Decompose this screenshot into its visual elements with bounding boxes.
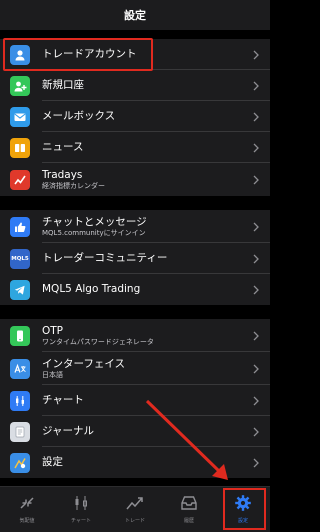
tab-bar: 気配値 チャート トレード 履歴 設定 [0,486,270,532]
chevron-right-icon [253,222,259,231]
add-person-icon [10,75,30,96]
chevron-right-icon [253,396,259,405]
menu-item-sublabel: ワンタイムパスワードジェネレータ [42,337,154,346]
menu-item-label: ジャーナル [42,425,94,437]
menu-item-label: トレードアカウント [42,48,137,60]
translate-icon [10,358,30,379]
tab-settings[interactable]: 設定 [216,487,270,532]
settings-app-icon [10,452,30,473]
chevron-right-icon [253,331,259,340]
menu-item-label: Tradays [42,168,83,181]
menu-item-label: メールボックス [42,110,116,122]
telegram-icon [10,279,30,300]
otp-icon [10,325,30,346]
menu-item-otp[interactable]: OTP ワンタイムパスワードジェネレータ [0,319,270,352]
chevron-right-icon [253,427,259,436]
tab-quotes[interactable]: 気配値 [0,487,54,532]
trade-tab-icon [126,497,143,510]
chevron-right-icon [253,112,259,121]
menu-item-label: 新規口座 [42,79,84,91]
mql5-icon: MQL5 [10,248,30,269]
chart-tab-icon [75,496,87,510]
menu-item-label: OTP [42,324,64,337]
menu-item-settings[interactable]: 設定 [0,447,270,478]
menu-item-new-account[interactable]: 新規口座 [0,70,270,101]
tab-trade[interactable]: トレード [108,487,162,532]
mail-icon [10,106,30,127]
menu-item-chat[interactable]: チャットとメッセージ MQL5.communityにサインイン [0,210,270,243]
chevron-right-icon [253,143,259,152]
tab-history[interactable]: 履歴 [162,487,216,532]
menu-item-charts[interactable]: チャート [0,385,270,416]
chevron-right-icon [253,254,259,263]
menu-item-journal[interactable]: ジャーナル [0,416,270,447]
top-bar: 設定 [0,0,270,30]
menu-item-mailbox[interactable]: メールボックス [0,101,270,132]
menu-item-label: インターフェイス [42,357,126,370]
menu-item-news[interactable]: ニュース [0,132,270,163]
menu-item-algo-trading[interactable]: MQL5 Algo Trading [0,274,270,305]
news-icon [10,137,30,158]
page-title: 設定 [124,9,146,22]
quotes-icon [20,497,34,509]
chevron-right-icon [253,50,259,59]
person-icon [10,44,30,65]
menu-item-trader-community[interactable]: MQL5 トレーダーコミュニティー [0,243,270,274]
menu-item-sublabel: 経済指標カレンダー [42,181,105,190]
menu-item-label: チャート [42,394,84,406]
tab-label: 履歴 [183,518,194,524]
account-group: トレードアカウント 新規口座 メールボックス ニュース Tradays 経済指標… [0,39,270,196]
menu-item-label: 設定 [42,456,63,468]
tab-label: 気配値 [19,518,35,524]
community-group: チャットとメッセージ MQL5.communityにサインイン MQL5 トレー… [0,210,270,305]
mql5-icon-text: MQL5 [11,255,29,262]
tab-chart[interactable]: チャート [54,487,108,532]
menu-item-label: チャットとメッセージ [42,215,147,228]
chevron-right-icon [253,175,259,184]
tradays-icon [10,169,30,190]
thumbs-up-icon [10,216,30,237]
gear-tab-icon [235,495,251,511]
chevron-right-icon [253,81,259,90]
chart-settings-icon [10,390,30,411]
tab-label: チャート [71,518,91,524]
app-settings-group: OTP ワンタイムパスワードジェネレータ インターフェイス 日本語 チャート ジ… [0,319,270,478]
history-tab-icon [181,496,197,510]
menu-item-sublabel: 日本語 [42,370,63,379]
menu-item-trade-accounts[interactable]: トレードアカウント [0,39,270,70]
tab-label: 設定 [237,518,248,524]
menu-item-interface[interactable]: インターフェイス 日本語 [0,352,270,385]
menu-item-label: ニュース [42,141,84,153]
menu-item-sublabel: MQL5.communityにサインイン [42,228,146,237]
menu-item-label: MQL5 Algo Trading [42,283,141,295]
tab-label: トレード [124,518,145,524]
chevron-right-icon [253,364,259,373]
menu-item-tradays[interactable]: Tradays 経済指標カレンダー [0,163,270,196]
chevron-right-icon [253,285,259,294]
menu-item-label: トレーダーコミュニティー [42,252,168,264]
journal-icon [10,421,30,442]
chevron-right-icon [253,458,259,467]
